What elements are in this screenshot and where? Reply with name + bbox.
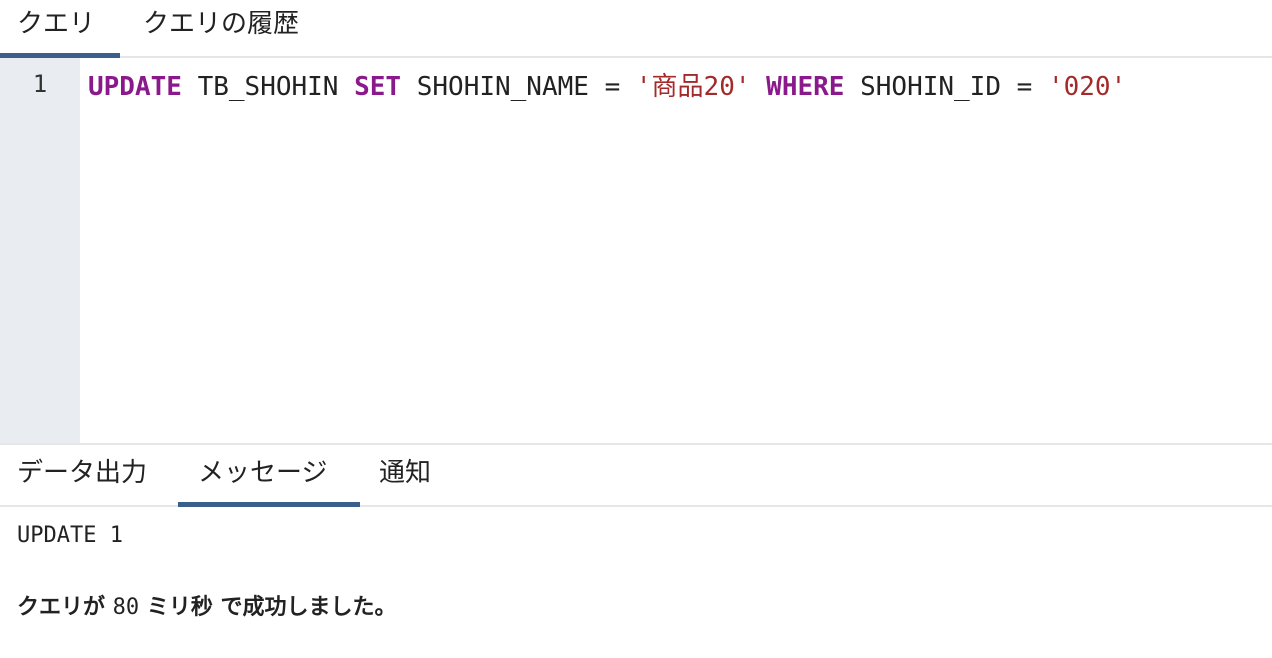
duration-value: 80: [112, 595, 140, 620]
success-suffix: ミリ秒 で成功しました。: [139, 595, 397, 620]
query-tool: クエリ クエリの履歴 1 UPDATE TB_SHOHIN SET SHOHIN…: [0, 0, 1272, 658]
string-literal-id: '020': [1047, 72, 1127, 102]
tab-query-history[interactable]: クエリの履歴: [143, 0, 299, 56]
line-number-gutter: 1: [0, 58, 80, 443]
string-literal-name: '商品20': [635, 72, 751, 102]
table-name: TB_SHOHIN: [181, 72, 355, 102]
result-tabs-bar: データ出力 メッセージ 通知: [0, 445, 1272, 507]
tab-notifications[interactable]: 通知: [379, 445, 431, 505]
set-column: SHOHIN_NAME =: [401, 72, 636, 102]
tab-messages[interactable]: メッセージ: [178, 445, 360, 507]
tab-data-output[interactable]: データ出力: [17, 445, 147, 505]
code-line[interactable]: UPDATE TB_SHOHIN SET SHOHIN_NAME = '商品20…: [88, 70, 1126, 104]
success-message: クエリが 80 ミリ秒 で成功しました。: [17, 589, 397, 621]
keyword-where: WHERE: [766, 72, 845, 102]
success-prefix: クエリが: [17, 595, 113, 620]
line-number: 1: [32, 70, 48, 98]
sql-editor[interactable]: 1 UPDATE TB_SHOHIN SET SHOHIN_NAME = '商品…: [0, 58, 1272, 445]
keyword-update: UPDATE: [88, 72, 182, 102]
result-message: UPDATE 1: [17, 523, 123, 548]
query-tabs-bar: クエリ クエリの履歴: [0, 0, 1272, 58]
where-condition: SHOHIN_ID =: [844, 72, 1048, 102]
messages-panel: UPDATE 1 クエリが 80 ミリ秒 で成功しました。: [0, 507, 1272, 658]
keyword-set: SET: [354, 72, 402, 102]
tab-query[interactable]: クエリ: [0, 0, 120, 58]
